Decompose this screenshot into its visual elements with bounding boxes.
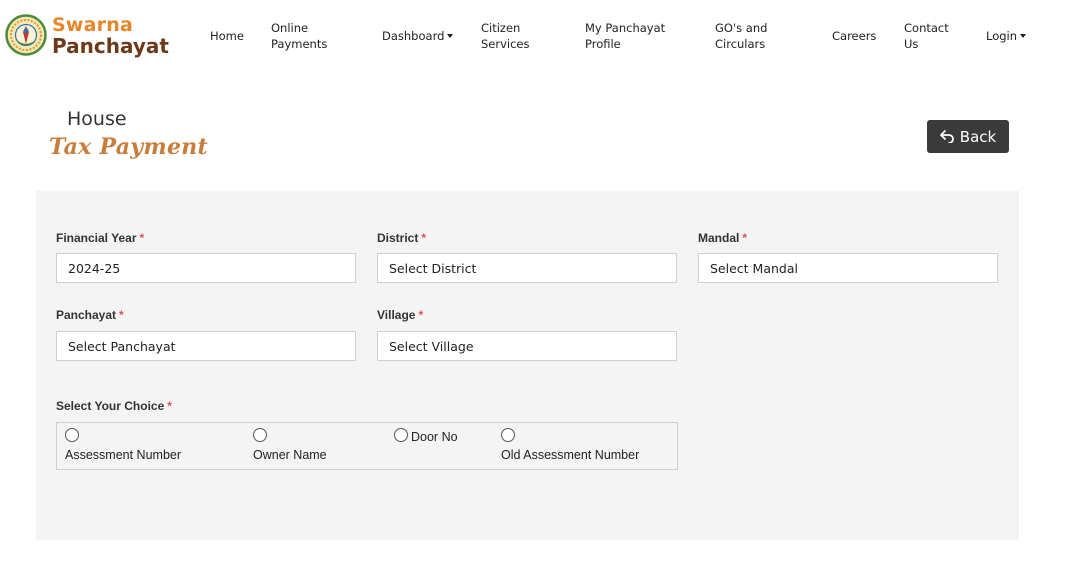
nav-home[interactable]: Home xyxy=(210,28,244,44)
nav-contact-line1: Contact xyxy=(904,21,949,35)
chevron-down-icon xyxy=(447,33,454,38)
page-title-line2: Tax Payment xyxy=(49,134,209,160)
radio-door-no-label[interactable]: Door No xyxy=(411,430,458,444)
chevron-down-icon xyxy=(1020,33,1027,38)
mandal-select[interactable]: Select Mandal xyxy=(698,253,998,283)
nav-careers-label: Careers xyxy=(832,29,877,43)
nav-online-payments-line1: Online xyxy=(271,21,309,35)
nav-dashboard[interactable]: Dashboard xyxy=(382,28,454,44)
panchayat-select[interactable]: Select Panchayat xyxy=(56,331,356,361)
nav-gos-circulars[interactable]: GO's and Circulars xyxy=(715,20,767,52)
mandal-label-text: Mandal xyxy=(698,231,740,245)
district-value: Select District xyxy=(389,260,477,276)
radio-owner-name[interactable] xyxy=(253,428,267,442)
brand-name: Swarna Panchayat xyxy=(52,14,169,58)
nav-login-label: Login xyxy=(986,29,1018,43)
page-title-line1: House xyxy=(67,108,127,130)
nav-profile-line2: Profile xyxy=(585,37,621,51)
village-label-text: Village xyxy=(377,308,416,322)
financial-year-label: Financial Year * xyxy=(56,231,144,245)
required-mark: * xyxy=(119,308,124,322)
nav-contact-us[interactable]: Contact Us xyxy=(904,20,949,52)
radio-old-assessment-number-label[interactable]: Old Assessment Number xyxy=(501,448,639,462)
return-arrow-icon xyxy=(939,130,954,143)
nav-dashboard-label: Dashboard xyxy=(382,29,445,43)
back-button[interactable]: Back xyxy=(927,120,1009,153)
nav-contact-line2: Us xyxy=(904,37,919,51)
nav-careers[interactable]: Careers xyxy=(832,28,876,44)
nav-online-payments-line2: Payments xyxy=(271,37,328,51)
site-logo[interactable]: Swarna Panchayat xyxy=(5,12,169,58)
district-label: District * xyxy=(377,231,426,245)
required-mark: * xyxy=(421,231,427,245)
nav-citizen-services[interactable]: Citizen Services xyxy=(481,20,530,52)
required-mark: * xyxy=(139,231,145,245)
radio-owner-name-label[interactable]: Owner Name xyxy=(253,448,327,462)
panchayat-label-text: Panchayat xyxy=(56,308,117,322)
nav-login[interactable]: Login xyxy=(986,28,1027,44)
financial-year-label-text: Financial Year xyxy=(56,231,137,245)
nav-gos-line2: Circulars xyxy=(715,37,766,51)
nav-profile-line1: My Panchayat xyxy=(585,21,666,35)
choice-label: Select Your Choice * xyxy=(56,399,172,413)
financial-year-select[interactable]: 2024-25 xyxy=(56,253,356,283)
state-emblem-icon xyxy=(5,14,47,56)
nav-online-payments[interactable]: Online Payments xyxy=(271,20,327,52)
nav-gos-line1: GO's and xyxy=(715,21,768,35)
nav-citizen-line1: Citizen xyxy=(481,21,521,35)
brand-line-1: Swarna xyxy=(52,14,133,36)
nav-home-label: Home xyxy=(210,29,244,43)
district-label-text: District xyxy=(377,231,419,245)
site-header: Swarna Panchayat Home Online Payments Da… xyxy=(0,0,1080,74)
radio-door-no[interactable] xyxy=(394,428,408,442)
back-button-label: Back xyxy=(959,127,997,146)
required-mark: * xyxy=(418,308,424,322)
panchayat-value: Select Panchayat xyxy=(68,338,176,354)
radio-assessment-number-label[interactable]: Assessment Number xyxy=(65,448,181,462)
village-value: Select Village xyxy=(389,338,474,354)
mandal-label: Mandal * xyxy=(698,231,747,245)
choice-radio-group xyxy=(56,422,678,470)
form-panel xyxy=(36,191,1019,540)
required-mark: * xyxy=(167,399,172,413)
financial-year-value: 2024-25 xyxy=(68,260,121,276)
radio-assessment-number[interactable] xyxy=(65,428,79,442)
panchayat-label: Panchayat * xyxy=(56,308,124,322)
village-label: Village * xyxy=(377,308,423,322)
required-mark: * xyxy=(742,231,748,245)
nav-citizen-line2: Services xyxy=(481,37,530,51)
mandal-value: Select Mandal xyxy=(710,260,798,276)
radio-old-assessment-number[interactable] xyxy=(501,428,515,442)
village-select[interactable]: Select Village xyxy=(377,331,677,361)
district-select[interactable]: Select District xyxy=(377,253,677,283)
brand-line-2: Panchayat xyxy=(52,34,169,58)
nav-my-panchayat-profile[interactable]: My Panchayat Profile xyxy=(585,20,665,52)
choice-label-text: Select Your Choice xyxy=(56,399,165,413)
